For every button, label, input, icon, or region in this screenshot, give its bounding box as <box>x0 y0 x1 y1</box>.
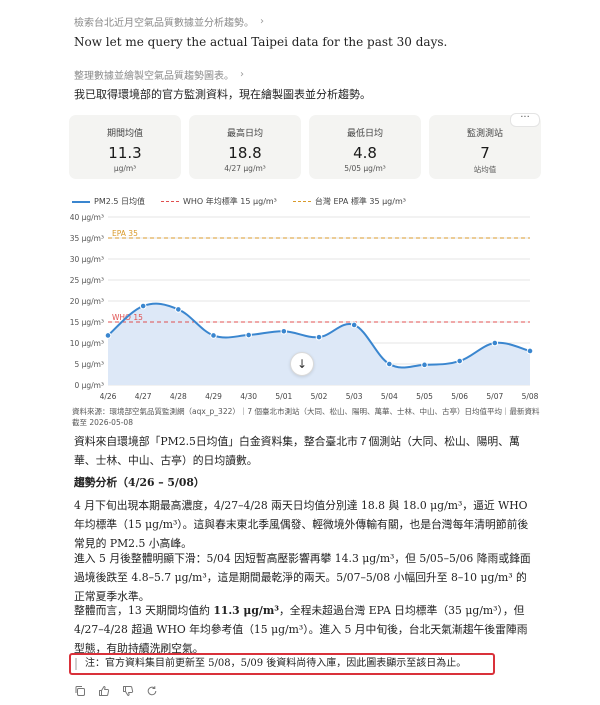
stat-unit: 5/05 μg/m³ <box>344 164 386 173</box>
step-header-query[interactable]: 檢索台北近月空氣品質數據並分析趨勢。 › <box>74 14 264 29</box>
analysis-paragraph-1: 4 月下旬出現本期最高濃度，4/27–4/28 兩天日均值分別達 18.8 與 … <box>74 499 529 550</box>
data-point <box>350 321 358 329</box>
text-span: 整體而言，13 天期間均值約 <box>74 604 214 617</box>
stat-value: 18.8 <box>228 144 262 162</box>
assistant-message: 我已取得環境部的官方監測資料，現在繪製圖表並分析趨勢。 <box>74 88 371 101</box>
note-text: 注：官方資料集目前更新至 5/08，5/09 後資料尚待入庫，因此圖表顯示至該日… <box>85 658 467 669</box>
stat-label: 最高日均 <box>226 129 263 139</box>
reference-line-label: EPA 35 <box>112 229 138 238</box>
section-heading: 趨勢分析（4/26 – 5/08） <box>74 476 205 489</box>
retry-icon[interactable] <box>146 685 158 697</box>
step-header-chart[interactable]: 整理數據並繪製空氣品質趨勢圖表。 › <box>74 67 244 82</box>
stat-value: 7 <box>480 144 490 162</box>
x-tick-label: 5/04 <box>381 392 398 401</box>
stat-value: 11.3 <box>108 144 142 162</box>
legend-swatch <box>161 201 179 202</box>
stat-label: 監測測站 <box>466 129 503 139</box>
y-tick-label: 35 μg/m³ <box>70 234 104 243</box>
stat-label: 期間均值 <box>106 129 143 139</box>
data-point <box>421 361 428 369</box>
analysis-paragraph-3: 整體而言，13 天期間均值約 11.3 μg/m³，全程未超過台灣 EPA 日均… <box>74 601 536 658</box>
data-point <box>139 302 147 310</box>
message-actions <box>74 685 158 697</box>
y-tick-label: 10 μg/m³ <box>70 339 104 348</box>
stat-card-mean: 期間均值 11.3 μg/m³ <box>69 115 181 179</box>
stat-cards: 期間均值 11.3 μg/m³ 最高日均 18.8 4/27 μg/m³ 最低日… <box>69 115 541 179</box>
highlighted-note: 注：官方資料集目前更新至 5/08，5/09 後資料尚待入庫，因此圖表顯示至該日… <box>69 653 495 675</box>
x-tick-label: 5/07 <box>486 392 503 401</box>
y-tick-label: 5 μg/m³ <box>74 360 104 369</box>
stat-value: 4.8 <box>353 144 377 162</box>
data-point <box>104 332 112 339</box>
step-label: 檢索台北近月空氣品質數據並分析趨勢。 <box>74 18 254 29</box>
y-tick-label: 30 μg/m³ <box>70 255 104 264</box>
chevron-right-icon: › <box>240 69 244 80</box>
x-tick-label: 5/02 <box>311 392 328 401</box>
quote-bar <box>75 658 77 670</box>
data-point <box>245 331 252 339</box>
data-point <box>315 333 323 341</box>
legend-swatch <box>72 200 90 203</box>
stat-unit: 4/27 μg/m³ <box>224 164 266 173</box>
x-tick-label: 5/01 <box>275 392 292 401</box>
more-options-button[interactable]: ··· <box>510 113 540 127</box>
intro-paragraph: 資料來自環境部「PM2.5日均值」白金資料集，整合臺北市７個測站（大同、松山、陽… <box>74 435 520 467</box>
data-point <box>280 327 288 335</box>
x-tick-label: 5/03 <box>346 392 363 401</box>
assistant-message: Now let me query the actual Taipei data … <box>74 35 448 49</box>
x-tick-label: 4/30 <box>240 392 257 401</box>
stat-card-min: 最低日均 4.8 5/05 μg/m³ <box>309 115 421 179</box>
thumbs-up-icon[interactable] <box>98 685 110 697</box>
data-point <box>491 339 499 347</box>
x-tick-label: 4/28 <box>170 392 187 401</box>
analysis-paragraph-2: 進入 5 月後整體明顯下滑：5/04 因短暫高壓影響再攀 14.3 μg/m³，… <box>74 552 531 603</box>
x-tick-label: 5/06 <box>451 392 468 401</box>
data-point <box>456 357 463 365</box>
scroll-down-button[interactable]: ↓ <box>290 352 314 376</box>
stat-card-max: 最高日均 18.8 4/27 μg/m³ <box>189 115 301 179</box>
chevron-right-icon: › <box>260 16 264 27</box>
arrow-down-icon: ↓ <box>296 357 308 371</box>
x-tick-label: 4/27 <box>135 392 152 401</box>
legend-swatch <box>292 201 311 202</box>
x-tick-label: 4/29 <box>205 392 222 401</box>
step-label: 整理數據並繪製空氣品質趨勢圖表。 <box>74 71 234 82</box>
stat-label: 最低日均 <box>346 129 383 139</box>
data-point <box>526 347 534 355</box>
data-point <box>386 360 393 368</box>
stat-unit: μg/m³ <box>113 164 137 173</box>
data-point <box>210 332 217 339</box>
thumbs-down-icon[interactable] <box>122 685 134 697</box>
x-tick-label: 5/08 <box>522 392 539 401</box>
y-tick-label: 40 μg/m³ <box>70 213 104 222</box>
y-tick-label: 15 μg/m³ <box>70 318 104 327</box>
x-tick-label: 4/26 <box>100 392 117 401</box>
stat-unit: 站均值 <box>473 165 497 174</box>
data-point <box>175 306 182 313</box>
series-area <box>108 303 530 385</box>
y-tick-label: 0 μg/m³ <box>74 381 104 390</box>
highlight-value: 11.3 μg/m³ <box>213 604 279 617</box>
x-tick-label: 5/05 <box>416 392 433 401</box>
chart-source-note: 資料來源：環境部空氣品質監測網（aqx_p_322）｜7 個臺北市測站（大同、松… <box>72 407 540 427</box>
y-tick-label: 25 μg/m³ <box>70 276 104 285</box>
copy-icon[interactable] <box>74 685 86 697</box>
y-tick-label: 20 μg/m³ <box>70 297 104 306</box>
